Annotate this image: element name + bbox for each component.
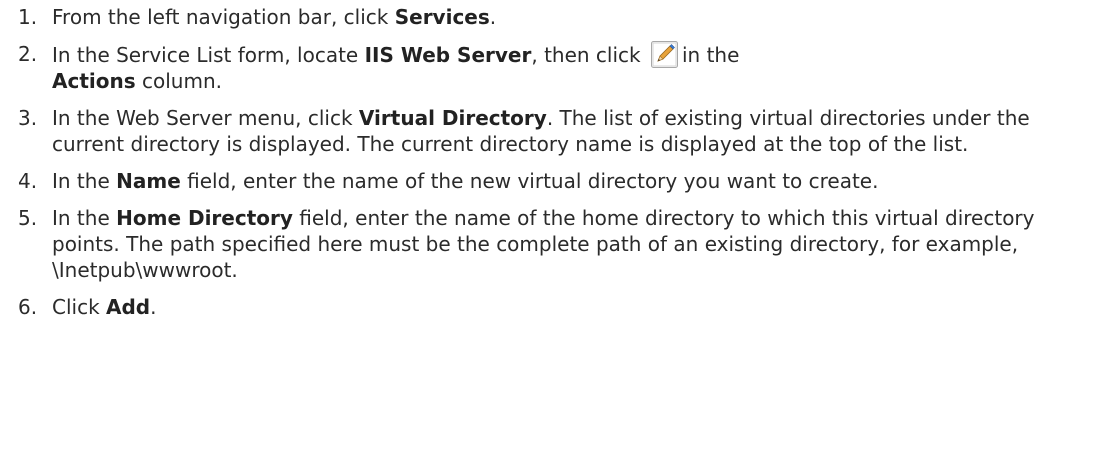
- iis-web-server-label: IIS Web Server: [364, 43, 532, 67]
- step-text: Click: [52, 295, 107, 319]
- step-2: 2. In the Service List form, locate IIS …: [0, 41, 1100, 94]
- step-text: .: [150, 295, 157, 319]
- step-text: , then click: [531, 43, 647, 67]
- virtual-directory-label: Virtual Directory: [358, 106, 547, 130]
- step-number: 4.: [18, 169, 38, 193]
- step-number: 1.: [18, 5, 38, 29]
- step-number: 5.: [18, 206, 38, 230]
- services-label: Services: [394, 5, 490, 29]
- step-text: field, enter the name of the new virtual…: [180, 169, 879, 193]
- step-3: 3. In the Web Server menu, click Virtual…: [0, 105, 1100, 157]
- add-label: Add: [106, 295, 151, 319]
- step-1: 1. From the left navigation bar, click S…: [0, 4, 1100, 30]
- step-number: 6.: [18, 295, 38, 319]
- edit-pencil-icon: [650, 41, 678, 68]
- step-text: in the: [681, 43, 740, 67]
- step-text: In the: [52, 206, 117, 230]
- instruction-steps: 1. From the left navigation bar, click S…: [0, 4, 1100, 331]
- name-field-label: Name: [116, 169, 181, 193]
- actions-label: Actions: [52, 69, 136, 93]
- step-5: 5. In the Home Directory field, enter th…: [0, 205, 1100, 283]
- step-6: 6. Click Add.: [0, 294, 1100, 320]
- step-text: .: [489, 5, 497, 29]
- home-directory-label: Home Directory: [116, 206, 293, 230]
- step-text: In the Service List form, locate: [52, 43, 365, 67]
- step-number: 2.: [18, 42, 38, 66]
- step-4: 4. In the Name field, enter the name of …: [0, 168, 1100, 194]
- step-text: column.: [135, 69, 222, 93]
- step-text: In the: [52, 169, 117, 193]
- step-number: 3.: [18, 106, 38, 130]
- step-text: In the Web Server menu, click: [52, 106, 359, 130]
- step-text: From the left navigation bar, click: [52, 5, 395, 29]
